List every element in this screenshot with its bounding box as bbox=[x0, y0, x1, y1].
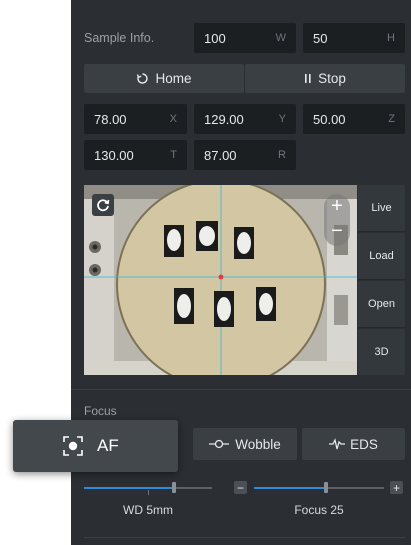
stop-label: Stop bbox=[318, 71, 346, 86]
stage-r-unit: R bbox=[278, 149, 286, 161]
eds-signal-icon bbox=[329, 438, 346, 450]
sample-width-field[interactable]: 100 W bbox=[194, 23, 296, 53]
stage-y-value: 129.00 bbox=[204, 111, 244, 127]
sample-height-field[interactable]: 50 H bbox=[303, 23, 405, 53]
stage-x-value: 78.00 bbox=[94, 111, 127, 127]
focus-value-label: Focus 25 bbox=[294, 503, 344, 517]
stage-y-field[interactable]: 129.00 Y bbox=[194, 104, 296, 134]
af-target-icon bbox=[63, 436, 83, 456]
pause-icon bbox=[304, 73, 312, 84]
stage-t-unit: T bbox=[170, 149, 177, 161]
camera-view[interactable]: + − bbox=[84, 185, 357, 375]
wobble-button[interactable]: Wobble bbox=[193, 428, 297, 460]
stage-r-field[interactable]: 87.00 R bbox=[194, 140, 296, 170]
sample-width-unit: W bbox=[275, 32, 286, 44]
focus-slider[interactable] bbox=[254, 482, 384, 494]
home-button[interactable]: Home bbox=[84, 64, 244, 93]
stage-z-value: 50.00 bbox=[313, 111, 346, 127]
sample-height-unit: H bbox=[387, 32, 395, 44]
rotate-icon bbox=[96, 198, 110, 212]
focus-plus-button[interactable]: + bbox=[390, 480, 403, 495]
open-label: Open bbox=[368, 298, 395, 310]
af-label: AF bbox=[97, 436, 119, 455]
wd-slider-tick bbox=[148, 490, 149, 495]
sample-width-value: 100 bbox=[204, 30, 226, 46]
3d-button[interactable]: 3D bbox=[358, 329, 405, 375]
stage-x-unit: X bbox=[169, 113, 177, 125]
home-label: Home bbox=[155, 71, 192, 86]
live-label: Live bbox=[371, 202, 392, 214]
focus-slider-fill bbox=[254, 487, 326, 489]
af-button[interactable]: AF bbox=[13, 420, 178, 472]
wd-slider-thumb[interactable] bbox=[172, 482, 176, 493]
section-divider bbox=[71, 389, 411, 390]
stage-t-field[interactable]: 130.00 T bbox=[84, 140, 187, 170]
eds-button[interactable]: EDS bbox=[302, 428, 405, 460]
load-button[interactable]: Load bbox=[358, 233, 405, 280]
wd-label: WD 5mm bbox=[123, 503, 173, 517]
zoom-in-icon[interactable]: + bbox=[324, 195, 350, 218]
sample-holder-image bbox=[84, 185, 357, 375]
stage-t-value: 130.00 bbox=[94, 147, 134, 163]
stage-y-unit: Y bbox=[278, 113, 286, 125]
wobble-icon bbox=[209, 439, 230, 449]
stage-x-field[interactable]: 78.00 X bbox=[84, 104, 187, 134]
sample-info-label: Sample Info. bbox=[84, 31, 155, 45]
plus-icon: + bbox=[392, 480, 400, 495]
rotate-button[interactable] bbox=[92, 194, 114, 216]
refresh-icon bbox=[136, 72, 149, 85]
bottom-divider bbox=[84, 537, 405, 538]
sample-height-value: 50 bbox=[313, 30, 328, 46]
zoom-out-icon[interactable]: − bbox=[324, 220, 350, 243]
open-button[interactable]: Open bbox=[358, 281, 405, 328]
focus-slider-thumb[interactable] bbox=[324, 482, 328, 493]
focus-section-label: Focus bbox=[84, 404, 117, 418]
wobble-label: Wobble bbox=[235, 436, 281, 452]
minus-icon: − bbox=[236, 480, 244, 495]
stage-r-value: 87.00 bbox=[204, 147, 237, 163]
wd-slider[interactable] bbox=[84, 482, 212, 495]
stage-z-field[interactable]: 50.00 Z bbox=[303, 104, 405, 134]
stage-z-unit: Z bbox=[388, 113, 395, 125]
wd-slider-fill bbox=[84, 487, 174, 489]
eds-label: EDS bbox=[350, 436, 378, 452]
3d-label: 3D bbox=[374, 346, 389, 358]
live-button[interactable]: Live bbox=[358, 185, 405, 232]
zoom-control: + − bbox=[324, 194, 350, 246]
load-label: Load bbox=[369, 250, 394, 262]
stop-button[interactable]: Stop bbox=[245, 64, 405, 93]
focus-minus-button[interactable]: − bbox=[234, 480, 247, 495]
